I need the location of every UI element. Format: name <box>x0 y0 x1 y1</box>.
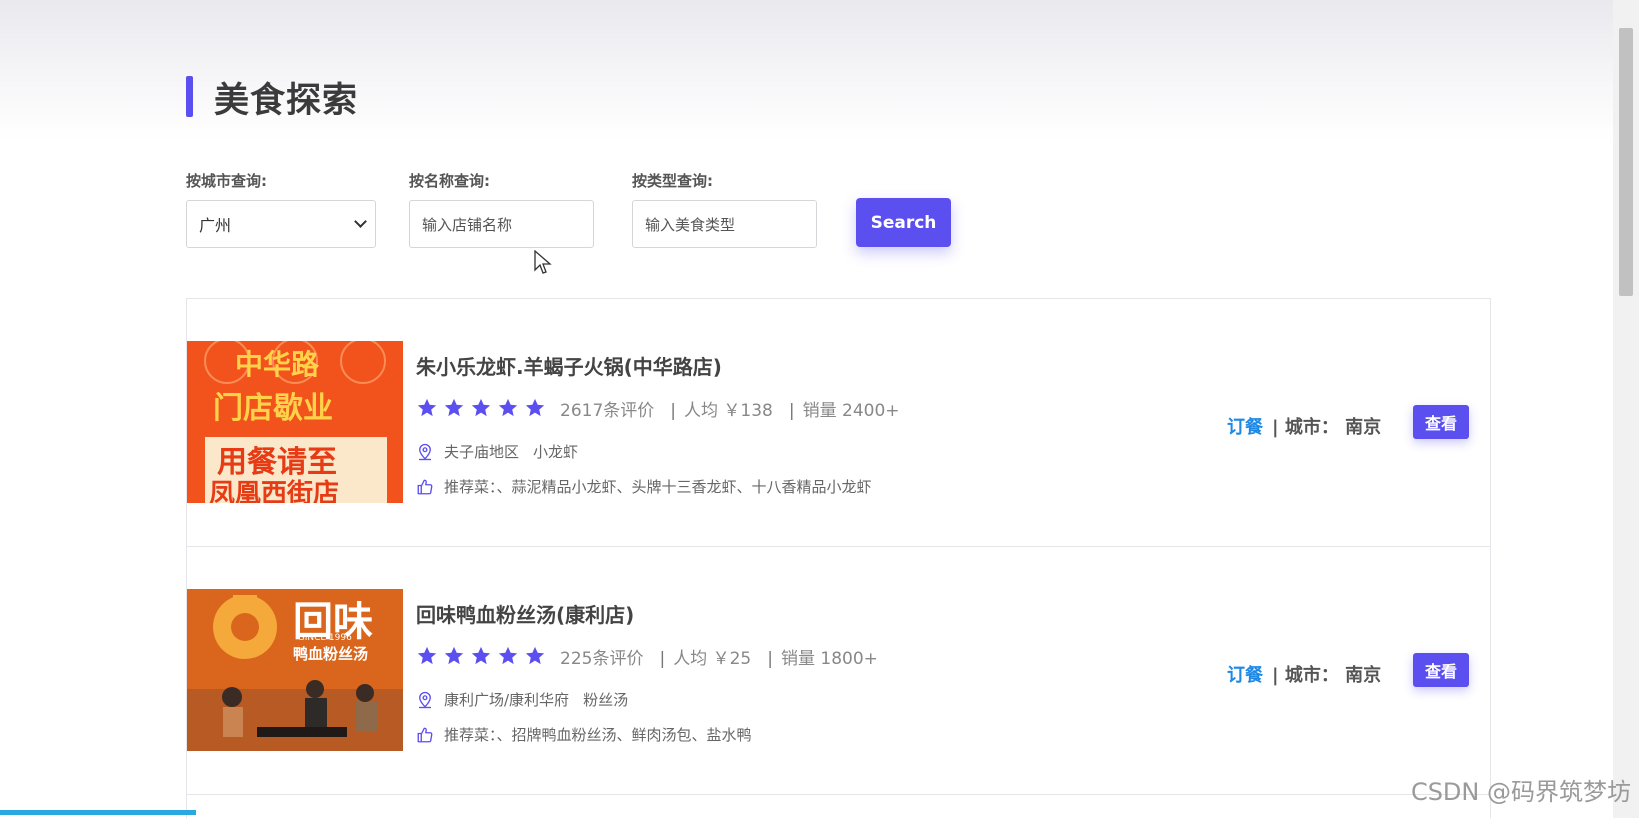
city-filter-label: 按城市查询: <box>186 172 267 190</box>
thumbs-up-icon <box>417 727 433 742</box>
restaurant-list: 中华路 门店歇业 用餐请至 凤凰西街店 朱小乐龙虾.羊蝎子火锅(中华路店) 26… <box>186 298 1491 818</box>
restaurant-name[interactable]: 回味鸭血粉丝汤(康利店) <box>416 599 634 628</box>
food-explore-page: 美食探索 按城市查询: 广州 按名称查询: 输入店铺名称 按类型查询: 输入美食… <box>186 0 1492 818</box>
star-icon <box>498 398 518 417</box>
shop-name-placeholder: 输入店铺名称 <box>422 215 513 234</box>
name-filter-label: 按名称查询: <box>409 172 490 190</box>
location-pin-icon <box>419 443 431 460</box>
mouse-cursor-icon <box>534 250 552 274</box>
thumb-since-text: SINCE 1996 <box>299 633 352 643</box>
review-count: 2617条评价 <box>560 401 655 421</box>
separator: | <box>767 649 773 669</box>
list-item: 回味 SINCE 1996 鸭血粉丝汤 回味鸭血粉丝汤(康利店) 225条评价 |… <box>187 547 1490 795</box>
city-select[interactable]: 广州 <box>186 200 376 248</box>
sales-count: 销量 1800+ <box>780 649 878 669</box>
food-type-input[interactable]: 输入美食类型 <box>632 200 817 248</box>
list-item: 中华路 门店歇业 用餐请至 凤凰西街店 朱小乐龙虾.羊蝎子火锅(中华路店) 26… <box>187 299 1490 547</box>
area-text: 康利广场/康利华府 <box>444 691 570 709</box>
city-text: | 城市： 南京 <box>1272 665 1382 686</box>
area-text: 夫子庙地区 <box>444 443 520 461</box>
review-count: 225条评价 <box>560 649 644 669</box>
recommend-row: 推荐菜：、蒜泥精品小龙虾、头牌十三香龙虾、十八香精品小龙虾 <box>416 476 872 497</box>
restaurant-name[interactable]: 朱小乐龙虾.羊蝎子火锅(中华路店) <box>416 351 722 380</box>
city-text: | 城市： 南京 <box>1272 417 1382 438</box>
separator: | <box>788 401 795 421</box>
location-pin-icon <box>419 691 431 708</box>
food-type-placeholder: 输入美食类型 <box>645 215 736 234</box>
star-icon <box>444 646 464 665</box>
category-text: 粉丝汤 <box>583 691 629 709</box>
thumb-line-2: 门店歇业 <box>213 391 333 426</box>
recommend-text: 推荐菜：、蒜泥精品小龙虾、头牌十三香龙虾、十八香精品小龙虾 <box>444 478 872 496</box>
stats-line: 2617条评价 | 人均 ￥138 | 销量 2400+ <box>560 396 908 421</box>
separator: | <box>659 649 666 669</box>
star-icon <box>417 398 437 417</box>
page-title: 美食探索 <box>214 81 359 121</box>
thumb-line-4: 凤凰西街店 <box>209 479 340 503</box>
view-button[interactable]: 查看 <box>1413 405 1469 439</box>
location-row: 夫子庙地区 小龙虾 <box>416 441 578 462</box>
rating-stars <box>416 397 546 419</box>
city-select-value: 广州 <box>199 216 232 235</box>
thumb-line-1: 中华路 <box>235 348 320 381</box>
scrollbar-thumb[interactable] <box>1619 28 1633 296</box>
shop-name-input[interactable]: 输入店铺名称 <box>409 200 594 248</box>
type-filter-label: 按类型查询: <box>632 172 713 190</box>
recommend-row: 推荐菜：、招牌鸭血粉丝汤、鲜肉汤包、盐水鸭 <box>416 724 752 745</box>
star-icon <box>471 646 491 665</box>
order-link[interactable]: 订餐 <box>1227 413 1263 439</box>
location-row: 康利广场/康利华府 粉丝汤 <box>416 689 628 710</box>
thumb-subtitle-text: 鸭血粉丝汤 <box>293 645 369 663</box>
category-text: 小龙虾 <box>533 443 579 461</box>
stats-line: 225条评价 | 人均 ￥25 | 销量 1800+ <box>560 644 886 669</box>
thumbs-up-icon <box>417 479 433 494</box>
vertical-scrollbar[interactable] <box>1613 0 1639 818</box>
page-load-progress-bar <box>0 810 196 815</box>
separator: | <box>670 401 676 421</box>
star-icon <box>498 646 518 665</box>
star-icon <box>525 646 545 665</box>
restaurant-thumbnail[interactable]: 中华路 门店歇业 用餐请至 凤凰西街店 <box>187 341 403 503</box>
star-icon <box>417 646 437 665</box>
view-button[interactable]: 查看 <box>1413 653 1469 687</box>
search-button[interactable]: Search <box>856 198 951 247</box>
chevron-down-icon <box>354 215 367 228</box>
star-icon <box>471 398 491 417</box>
avg-price: 人均 ￥25 <box>673 649 752 669</box>
watermark-text: CSDN @码界筑梦坊 <box>1410 778 1631 806</box>
title-accent-bar <box>186 76 193 117</box>
avg-price: 人均 ￥138 <box>684 401 773 421</box>
recommend-text: 推荐菜：、招牌鸭血粉丝汤、鲜肉汤包、盐水鸭 <box>444 726 752 744</box>
restaurant-thumbnail[interactable]: 回味 SINCE 1996 鸭血粉丝汤 <box>187 589 403 751</box>
rating-stars <box>416 645 546 667</box>
order-link[interactable]: 订餐 <box>1227 661 1263 687</box>
star-icon <box>444 398 464 417</box>
star-icon <box>525 398 545 417</box>
sales-count: 销量 2400+ <box>802 401 900 421</box>
